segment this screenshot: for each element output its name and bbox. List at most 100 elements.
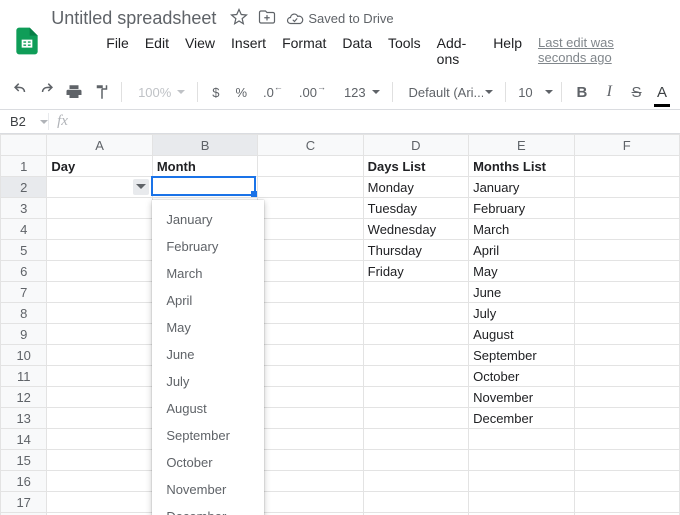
cell-C4[interactable]	[258, 219, 363, 240]
decrease-decimal-button[interactable]: .0←	[257, 79, 289, 105]
number-format-select[interactable]: 123	[336, 79, 384, 105]
cell-C5[interactable]	[258, 240, 363, 261]
cell-D5[interactable]: Thursday	[363, 240, 468, 261]
dropdown-option[interactable]: April	[152, 287, 263, 314]
dropdown-option[interactable]: November	[152, 476, 263, 503]
data-validation-popup[interactable]: JanuaryFebruaryMarchAprilMayJuneJulyAugu…	[152, 200, 263, 515]
cell-F7[interactable]	[574, 282, 680, 303]
cell-F3[interactable]	[574, 198, 680, 219]
cell-A7[interactable]	[47, 282, 152, 303]
cell-C15[interactable]	[258, 450, 363, 471]
italic-button[interactable]: I	[598, 79, 621, 105]
row-header-13[interactable]: 13	[1, 408, 47, 429]
cell-E10[interactable]: September	[469, 345, 574, 366]
cell-A1[interactable]: Day	[47, 156, 152, 177]
cell-D3[interactable]: Tuesday	[363, 198, 468, 219]
cell-E12[interactable]: November	[469, 387, 574, 408]
col-header-F[interactable]: F	[574, 135, 680, 156]
cell-D6[interactable]: Friday	[363, 261, 468, 282]
menu-edit[interactable]: Edit	[138, 31, 176, 71]
cell-D8[interactable]	[363, 303, 468, 324]
cell-E15[interactable]	[469, 450, 574, 471]
cell-E8[interactable]: July	[469, 303, 574, 324]
doc-title[interactable]: Untitled spreadsheet	[45, 6, 222, 31]
cell-F12[interactable]	[574, 387, 680, 408]
col-header-B[interactable]: B	[152, 135, 257, 156]
cell-D14[interactable]	[363, 429, 468, 450]
cell-E4[interactable]: March	[469, 219, 574, 240]
cell-E17[interactable]	[469, 492, 574, 513]
cell-E11[interactable]: October	[469, 366, 574, 387]
row-header-4[interactable]: 4	[1, 219, 47, 240]
zoom-select[interactable]: 100%	[130, 79, 189, 105]
row-header-12[interactable]: 12	[1, 387, 47, 408]
dropdown-option[interactable]: July	[152, 368, 263, 395]
col-header-C[interactable]: C	[258, 135, 363, 156]
cell-F4[interactable]	[574, 219, 680, 240]
cell-A14[interactable]	[47, 429, 152, 450]
cell-C7[interactable]	[258, 282, 363, 303]
row-header-7[interactable]: 7	[1, 282, 47, 303]
cell-A12[interactable]	[47, 387, 152, 408]
cell-E7[interactable]: June	[469, 282, 574, 303]
dropdown-option[interactable]: February	[152, 233, 263, 260]
menu-format[interactable]: Format	[275, 31, 333, 71]
cell-C12[interactable]	[258, 387, 363, 408]
cell-E16[interactable]	[469, 471, 574, 492]
cell-D17[interactable]	[363, 492, 468, 513]
cell-D2[interactable]: Monday	[363, 177, 468, 198]
cell-A6[interactable]	[47, 261, 152, 282]
cell-A13[interactable]	[47, 408, 152, 429]
dropdown-option[interactable]: September	[152, 422, 263, 449]
cell-E6[interactable]: May	[469, 261, 574, 282]
cell-F10[interactable]	[574, 345, 680, 366]
font-size-select[interactable]: 10	[513, 79, 553, 105]
cell-C3[interactable]	[258, 198, 363, 219]
col-header-D[interactable]: D	[363, 135, 468, 156]
formula-bar[interactable]	[76, 110, 680, 133]
dropdown-option[interactable]: December	[152, 503, 263, 515]
row-header-9[interactable]: 9	[1, 324, 47, 345]
cell-A15[interactable]	[47, 450, 152, 471]
dropdown-option[interactable]: January	[152, 206, 263, 233]
row-header-11[interactable]: 11	[1, 366, 47, 387]
cell-F17[interactable]	[574, 492, 680, 513]
cell-D9[interactable]	[363, 324, 468, 345]
cell-D4[interactable]: Wednesday	[363, 219, 468, 240]
cell-E1[interactable]: Months List	[469, 156, 574, 177]
data-validation-arrow[interactable]	[133, 179, 149, 195]
row-header-1[interactable]: 1	[1, 156, 47, 177]
cell-D10[interactable]	[363, 345, 468, 366]
menu-data[interactable]: Data	[335, 31, 379, 71]
menu-help[interactable]: Help	[486, 31, 529, 71]
row-header-8[interactable]: 8	[1, 303, 47, 324]
paint-format-button[interactable]	[90, 79, 113, 105]
dropdown-option[interactable]: June	[152, 341, 263, 368]
row-header-17[interactable]: 17	[1, 492, 47, 513]
cell-D15[interactable]	[363, 450, 468, 471]
menu-view[interactable]: View	[178, 31, 222, 71]
increase-decimal-button[interactable]: .00→	[293, 79, 332, 105]
cell-C8[interactable]	[258, 303, 363, 324]
dropdown-option[interactable]: March	[152, 260, 263, 287]
cell-E13[interactable]: December	[469, 408, 574, 429]
cell-E5[interactable]: April	[469, 240, 574, 261]
cell-C2[interactable]	[258, 177, 363, 198]
cell-C14[interactable]	[258, 429, 363, 450]
cell-B2[interactable]	[152, 177, 257, 198]
menu-insert[interactable]: Insert	[224, 31, 273, 71]
star-icon[interactable]	[230, 8, 248, 29]
dropdown-option[interactable]: May	[152, 314, 263, 341]
percent-button[interactable]: %	[229, 79, 253, 105]
menu-tools[interactable]: Tools	[381, 31, 428, 71]
cell-C6[interactable]	[258, 261, 363, 282]
cell-C13[interactable]	[258, 408, 363, 429]
cell-D16[interactable]	[363, 471, 468, 492]
cell-E14[interactable]	[469, 429, 574, 450]
cell-C16[interactable]	[258, 471, 363, 492]
row-header-16[interactable]: 16	[1, 471, 47, 492]
font-select[interactable]: Default (Ari...	[401, 79, 497, 105]
cell-A16[interactable]	[47, 471, 152, 492]
cell-D13[interactable]	[363, 408, 468, 429]
print-button[interactable]	[63, 79, 86, 105]
